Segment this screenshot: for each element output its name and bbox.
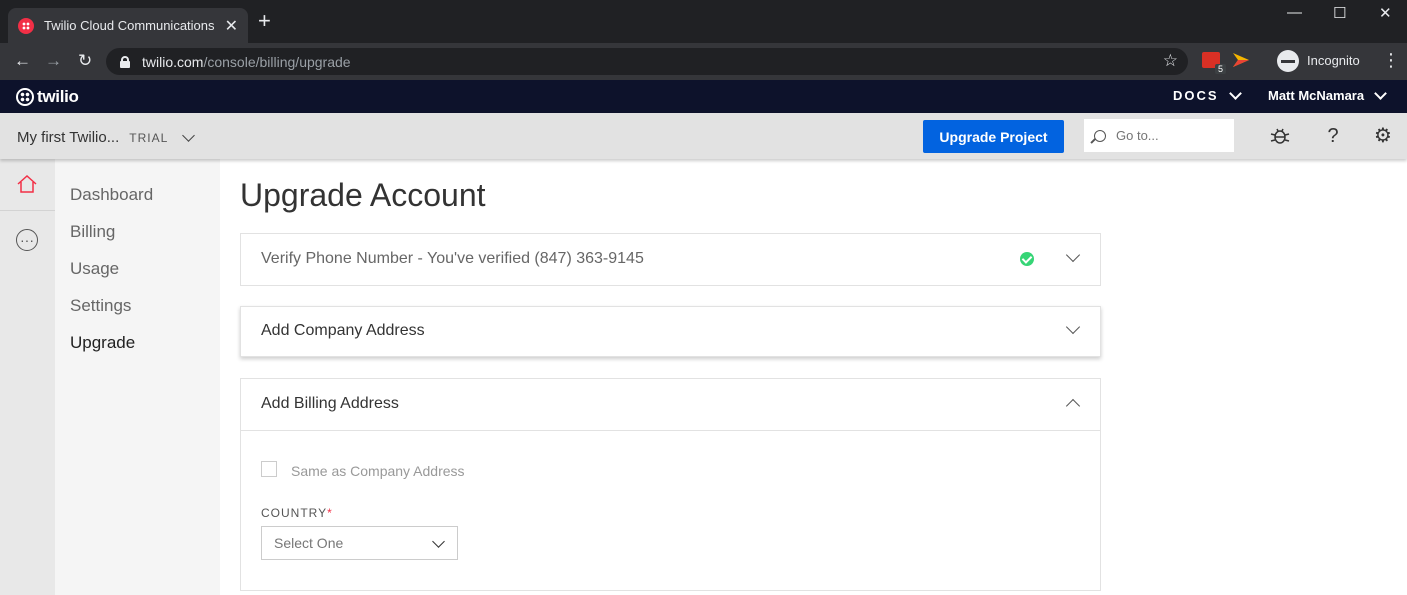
billing-address-panel: Add Billing Address Same as Company Addr… <box>240 378 1101 591</box>
user-menu[interactable]: Matt McNamara <box>1268 86 1387 103</box>
twilio-favicon-icon <box>18 17 34 34</box>
tab-title: Twilio Cloud Communications | W <box>44 18 219 33</box>
chevron-down-icon[interactable] <box>1065 319 1081 335</box>
goto-search[interactable] <box>1084 119 1234 152</box>
incognito-icon <box>1277 49 1299 72</box>
twilio-logo[interactable]: twilio <box>16 87 79 107</box>
same-as-company-checkbox[interactable] <box>261 461 277 477</box>
forward-icon[interactable]: → <box>45 51 62 71</box>
reload-icon[interactable]: ↻ <box>78 51 92 71</box>
sidebar: Dashboard Billing Usage Settings Upgrade <box>55 159 220 595</box>
country-label-text: COUNTRY <box>261 506 328 520</box>
required-mark: * <box>327 506 333 520</box>
address-bar[interactable]: twilio.com/console/billing/upgrade ☆ <box>106 48 1188 75</box>
sidebar-item-upgrade[interactable]: Upgrade <box>70 333 135 353</box>
same-as-company-label: Same as Company Address <box>291 463 465 479</box>
sidebar-item-settings[interactable]: Settings <box>70 296 131 316</box>
success-check-icon <box>1020 252 1034 266</box>
browser-menu-icon[interactable]: ⋮ <box>1382 50 1400 71</box>
sidebar-item-dashboard[interactable]: Dashboard <box>70 185 153 205</box>
twilio-logo-icon <box>16 88 34 106</box>
docs-menu[interactable]: DOCS <box>1173 86 1242 103</box>
extension-arrow-icon[interactable] <box>1233 53 1249 67</box>
top-nav: twilio DOCS Matt McNamara <box>0 80 1407 113</box>
sidebar-item-usage[interactable]: Usage <box>70 259 119 279</box>
chevron-up-icon[interactable] <box>1065 398 1081 414</box>
chevron-down-icon <box>182 128 196 142</box>
gear-icon[interactable]: ⚙ <box>1372 125 1394 147</box>
browser-toolbar: ← → ↻ twilio.com/console/billing/upgrade… <box>0 43 1407 80</box>
new-tab-icon[interactable]: + <box>258 10 271 32</box>
company-address-panel[interactable]: Add Company Address <box>240 306 1101 357</box>
chevron-down-icon <box>1228 86 1242 100</box>
main-content: Upgrade Account Verify Phone Number - Yo… <box>220 159 1407 595</box>
user-name: Matt McNamara <box>1268 88 1365 103</box>
browser-tab-strip: Twilio Cloud Communications | W ✕ + — ☐ … <box>0 0 1407 43</box>
panel-title: Add Company Address <box>261 322 425 339</box>
browser-tab[interactable]: Twilio Cloud Communications | W ✕ <box>8 8 248 43</box>
upgrade-project-button[interactable]: Upgrade Project <box>923 120 1064 153</box>
search-icon <box>1094 129 1106 142</box>
chevron-down-icon <box>432 535 445 548</box>
url-path: /console/billing/upgrade <box>203 53 351 70</box>
billing-panel-header[interactable]: Add Billing Address <box>241 379 1100 431</box>
home-icon <box>17 174 37 193</box>
more-products-icon[interactable]: ··· <box>16 229 38 251</box>
country-select[interactable]: Select One <box>261 526 458 560</box>
sidebar-item-billing[interactable]: Billing <box>70 222 115 242</box>
incognito-label: Incognito <box>1307 53 1360 68</box>
extension-badge: 5 <box>1214 64 1226 74</box>
maximize-icon[interactable]: ☐ <box>1333 4 1346 22</box>
docs-label: DOCS <box>1173 88 1219 103</box>
goto-search-input[interactable] <box>1116 128 1226 143</box>
extension-icon[interactable]: 5 <box>1202 52 1226 74</box>
debugger-bug-icon[interactable] <box>1269 125 1291 147</box>
country-label: COUNTRY* <box>261 506 333 520</box>
url-host: twilio.com <box>142 53 204 70</box>
close-window-icon[interactable]: ✕ <box>1379 4 1392 22</box>
project-name: My first Twilio... <box>17 129 120 146</box>
bookmark-star-icon[interactable]: ☆ <box>1163 51 1178 71</box>
back-icon[interactable]: ← <box>14 51 31 71</box>
chevron-down-icon <box>1374 86 1387 100</box>
minimize-icon[interactable]: — <box>1287 4 1302 21</box>
brand-name: twilio <box>37 87 79 106</box>
panel-title: Verify Phone Number - You've verified (8… <box>261 250 644 267</box>
country-select-value: Select One <box>274 535 344 551</box>
close-tab-icon[interactable]: ✕ <box>225 16 238 36</box>
plan-badge: TRIAL <box>129 130 169 145</box>
page-title: Upgrade Account <box>240 177 486 213</box>
chevron-down-icon[interactable] <box>1065 247 1081 263</box>
home-rail-item[interactable] <box>0 159 55 211</box>
help-icon[interactable]: ? <box>1322 125 1344 147</box>
incognito-indicator[interactable]: Incognito <box>1277 49 1360 72</box>
verify-phone-panel[interactable]: Verify Phone Number - You've verified (8… <box>240 233 1101 286</box>
project-bar: My first Twilio... TRIAL Upgrade Project… <box>0 113 1407 159</box>
project-switcher[interactable]: My first Twilio... TRIAL <box>17 128 196 146</box>
product-rail: ··· <box>0 159 55 595</box>
panel-title: Add Billing Address <box>261 395 399 412</box>
lock-icon <box>120 55 130 68</box>
